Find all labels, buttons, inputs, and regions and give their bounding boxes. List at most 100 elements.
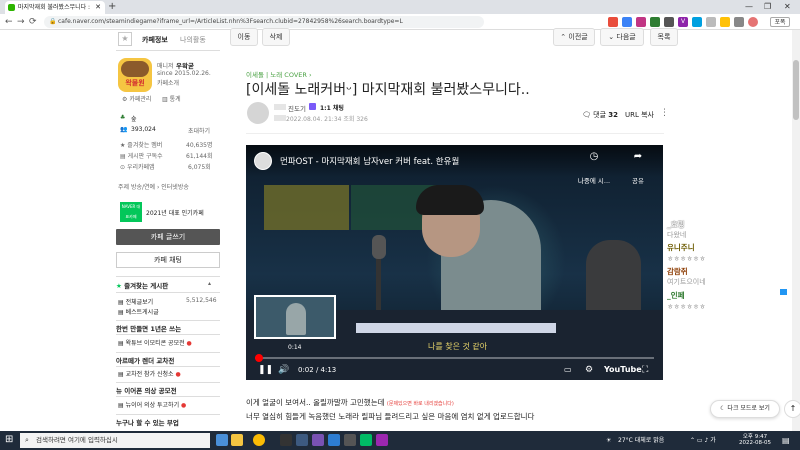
share-icon[interactable]: ➦ [623, 151, 653, 162]
extension-icon[interactable] [692, 17, 702, 27]
url-copy-button[interactable]: URL 복사 [625, 110, 654, 120]
channel-avatar[interactable] [254, 152, 272, 170]
board-all-posts[interactable]: ▤ 전체글보기 [118, 297, 153, 306]
extension-icon[interactable] [650, 17, 660, 27]
extension-icon[interactable] [608, 17, 618, 27]
tab-my-activity[interactable]: 나의활동 [180, 30, 206, 50]
extension-icon[interactable] [748, 17, 758, 27]
cafe-write-button[interactable]: 카페 글쓰기 [116, 229, 220, 245]
settings-icon[interactable]: ⚙ [585, 361, 593, 379]
clock-time[interactable]: 오후 9:47 [735, 432, 775, 440]
manager-name[interactable]: 우왁굳 [176, 60, 194, 70]
extension-icon[interactable] [664, 17, 674, 27]
piano-keys [356, 323, 556, 333]
weather-icon[interactable]: ☀ [606, 431, 611, 450]
delete-button[interactable]: 삭제 [262, 28, 290, 46]
fullscreen-icon[interactable]: ⛶ [642, 361, 648, 379]
fav-member-label: ★ 즐겨찾는 멤버 [120, 142, 163, 149]
fav-boards-header[interactable]: ★ 즐겨찾는 게시판 [116, 280, 168, 290]
video-title[interactable]: 먼파OST - 마지막재회 남자ver 커버 feat. 한유월 [280, 155, 459, 167]
avatar[interactable] [247, 102, 269, 124]
cafe-manage-link[interactable]: ⚙ 카페관리 [122, 94, 151, 103]
player-controls: ❚❚ 🔊 0:02 / 4:13 ▭ ⚙ YouTube ⛶ [246, 361, 663, 380]
task-view-icon[interactable] [216, 434, 228, 446]
list-button[interactable]: 목록 [650, 28, 678, 46]
clock-icon[interactable]: ◷ [579, 151, 609, 162]
app-icon[interactable] [360, 434, 372, 446]
tab-cafe-info[interactable]: 카페정보 [142, 30, 168, 50]
board-section-title: 뉴 이어폰 의상 공모전 [116, 387, 177, 395]
board-item[interactable]: ▤ 뉴이어 의상 투고하기 ● [118, 400, 186, 409]
cafe-app-count: 6,075회 [188, 164, 211, 171]
scroll-top-icon[interactable]: ↑ [784, 400, 800, 418]
clock-date[interactable]: 2022-08-05 [735, 440, 775, 446]
watch-later-button[interactable]: 나중에 시... [574, 175, 614, 185]
app-icon[interactable] [328, 434, 340, 446]
chat-user-name: 유니주니 [667, 243, 695, 252]
chart-icon: ▥ [162, 96, 168, 103]
breadcrumb[interactable]: 이세돌 | 노래 COVER › [246, 69, 312, 79]
volume-icon[interactable]: 🔊 [278, 361, 289, 379]
board-best-posts[interactable]: ▤ 베스트게시글 [118, 307, 159, 316]
chat-link[interactable]: 1:1 채팅 [320, 103, 344, 112]
comments-link[interactable]: 🗨 댓글 32 [582, 110, 618, 120]
forward-button[interactable]: → [17, 15, 25, 29]
article-title: [이세돌 노래커버ᵕ] 마지막재회 불러봤스무니다.. [246, 82, 530, 98]
cafe-topic[interactable]: 주제 방송/연예 › 인터넷방송 [118, 182, 189, 191]
invite-link[interactable]: 초대하기 [188, 126, 210, 135]
weather-widget[interactable]: 27°C 대체로 맑음 [618, 431, 664, 450]
file-explorer-icon[interactable] [231, 434, 243, 446]
chevron-up-icon[interactable]: ▴ [208, 280, 211, 287]
reload-button[interactable]: ⟳ [29, 15, 37, 29]
more-options-icon[interactable]: ⋮ [660, 108, 669, 118]
extension-icon[interactable] [636, 17, 646, 27]
prev-post-button[interactable]: ⌃ 이전글 [553, 28, 595, 46]
taskbar-search-input[interactable]: ⌕ 검색하려면 여기에 입력하십시 [20, 433, 210, 448]
member-count: 393,024 [131, 126, 156, 133]
board-icon: ▤ [118, 299, 124, 306]
move-button[interactable]: 이동 [230, 28, 258, 46]
extension-icon[interactable] [622, 17, 632, 27]
extension-icon[interactable] [720, 17, 730, 27]
app-icon[interactable] [280, 434, 292, 446]
extension-icon[interactable]: V [678, 17, 688, 27]
scrollbar[interactable] [792, 30, 800, 431]
youtube-logo[interactable]: YouTube [604, 361, 642, 379]
dark-mode-button[interactable]: ☾ 다크 모드로 보기 [710, 400, 780, 418]
back-button[interactable]: ← [5, 15, 13, 29]
url-input[interactable]: 🔒 cafe.naver.com/steamindiegame?iframe_u… [44, 16, 484, 28]
window-maximize-button[interactable]: ❐ [764, 0, 771, 14]
youtube-player[interactable]: 먼파OST - 마지막재회 남자ver 커버 feat. 한유월 ◷ 나중에 시… [246, 145, 663, 380]
profile-button[interactable]: 포폭 [770, 17, 790, 27]
browser-tab[interactable]: 마지막재회 불러봤스무니다 : ✕ [5, 1, 105, 14]
pause-icon[interactable]: ❚❚ [258, 361, 273, 379]
chrome-icon[interactable] [253, 434, 265, 446]
extension-icon[interactable] [734, 17, 744, 27]
window-minimize-button[interactable]: — [745, 0, 753, 14]
tab-close-icon[interactable]: ✕ [95, 1, 101, 14]
subtitles-icon[interactable]: ▭ [564, 361, 572, 379]
microphone [372, 235, 386, 259]
board-item[interactable]: ▤ 왁튜브 이모티콘 공모전 ● [118, 338, 192, 347]
cafe-intro-link[interactable]: 카페소개 [157, 78, 179, 87]
app-icon[interactable] [376, 434, 388, 446]
video-caption: 나를 찾은 것 같아 [428, 342, 488, 351]
notification-icon[interactable]: ▤ [782, 431, 790, 450]
stats-link[interactable]: ▥ 통계 [162, 94, 181, 103]
cafe-chat-button[interactable]: 카페 채팅 [116, 252, 220, 268]
next-post-button[interactable]: ⌄ 다음글 [600, 28, 644, 46]
share-button[interactable]: 공유 [618, 175, 658, 185]
author-name[interactable]: 진도기 [288, 103, 306, 113]
app-icon[interactable] [344, 434, 356, 446]
extension-icon[interactable] [706, 17, 716, 27]
app-icon[interactable] [296, 434, 308, 446]
windows-start-icon[interactable]: ⊞ [5, 434, 13, 446]
star-icon[interactable]: ★ [118, 32, 132, 46]
tray-icons[interactable]: ⌃ ▭ ♪ 가 [690, 431, 716, 450]
window-close-button[interactable]: ✕ [784, 0, 791, 14]
board-item[interactable]: ▤ 교차전 참가 신청소 ● [118, 369, 181, 378]
progress-bar[interactable] [255, 354, 654, 362]
app-icon[interactable] [312, 434, 324, 446]
scrollbar-thumb[interactable] [793, 60, 799, 120]
new-tab-button[interactable]: + [108, 0, 116, 14]
